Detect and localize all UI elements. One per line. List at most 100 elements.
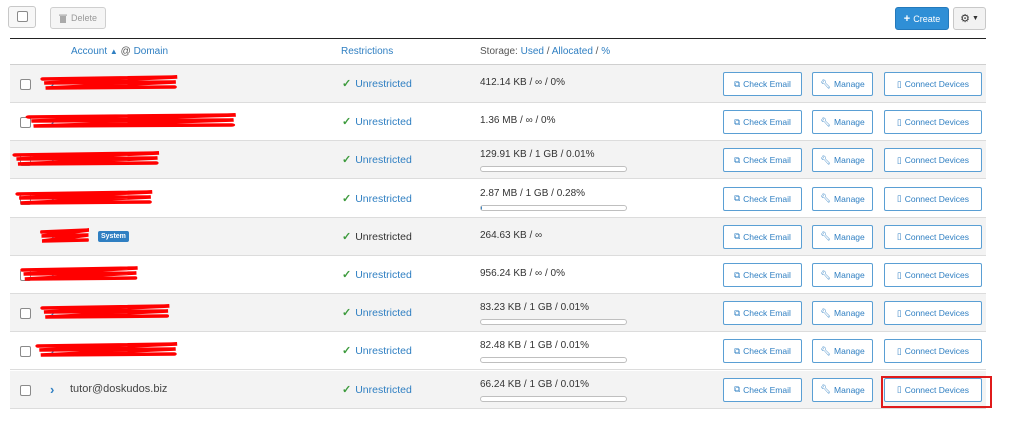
row-checkbox[interactable] (20, 79, 31, 90)
redaction-scribble (40, 228, 90, 243)
mobile-icon: ▯ (897, 193, 902, 204)
external-link-icon: ⧉ (734, 231, 741, 242)
manage-button[interactable]: 🔧︎ Manage (812, 339, 873, 364)
connect-devices-button[interactable]: ▯ Connect Devices (884, 263, 982, 287)
connect-devices-button[interactable]: ▯ Connect Devices (884, 148, 982, 173)
restriction-status[interactable]: ✓ Unrestricted (342, 268, 412, 281)
check-email-button[interactable]: ⧉ Check Email (723, 110, 802, 135)
check-email-button[interactable]: ⧉ Check Email (723, 224, 802, 249)
restriction-label: Unrestricted (355, 269, 412, 281)
restriction-status[interactable]: ✓ Unrestricted (342, 115, 412, 128)
restriction-status[interactable]: ✓ Unrestricted (342, 306, 412, 319)
check-email-button[interactable]: ⧉ Check Email (723, 72, 802, 96)
manage-button[interactable]: 🔧︎ Manage (812, 148, 873, 173)
storage-progress-bar (480, 357, 627, 364)
manage-button[interactable]: 🔧︎ Manage (812, 110, 873, 135)
mobile-icon: ▯ (897, 78, 902, 89)
redaction-scribble (12, 151, 160, 167)
create-button[interactable]: + Create (895, 7, 949, 30)
check-email-label: Check Email (743, 79, 791, 89)
external-link-icon: ⧉ (734, 345, 741, 356)
check-icon: ✓ (342, 78, 352, 90)
restriction-label: Unrestricted (355, 192, 412, 205)
check-email-button[interactable]: ⧉ Check Email (723, 186, 802, 211)
storage-progress-bar (480, 319, 627, 326)
connect-devices-label: Connect Devices (904, 346, 969, 357)
storage-usage: 412.14 KB / ∞ / 0% (480, 77, 565, 88)
connect-devices-button[interactable]: ▯ Connect Devices (884, 72, 982, 96)
restriction-status[interactable]: ✓ Unrestricted (342, 192, 412, 205)
sort-up-icon: ▲ (109, 47, 118, 56)
connect-devices-button[interactable]: ▯ Connect Devices (884, 339, 982, 364)
mobile-icon: ▯ (897, 154, 902, 165)
table-row: › ✓ Unrestricted 2.87 MB / 1 GB / 0.28% ⧉… (10, 180, 986, 218)
manage-label: Manage (834, 308, 865, 319)
storage-allocated-sort[interactable]: Allocated (552, 46, 593, 57)
check-email-label: Check Email (743, 155, 791, 166)
manage-button[interactable]: 🔧︎ Manage (812, 72, 873, 96)
restriction-status[interactable]: ✓ Unrestricted (342, 77, 412, 90)
storage-header: Storage: Used / Allocated / % (480, 46, 610, 57)
storage-progress-bar (480, 166, 627, 173)
redaction-scribble (25, 113, 236, 128)
redaction-scribble (15, 189, 153, 205)
manage-button[interactable]: 🔧︎ Manage (812, 377, 873, 402)
connect-devices-button[interactable]: ▯ Connect Devices (884, 110, 982, 135)
connect-devices-button[interactable]: ▯ Connect Devices (884, 301, 982, 326)
check-email-label: Check Email (743, 308, 791, 319)
mobile-icon: ▯ (897, 345, 902, 356)
manage-button[interactable]: 🔧︎ Manage (812, 301, 873, 326)
storage-progress-bar (480, 395, 627, 402)
check-email-button[interactable]: ⧉ Check Email (723, 339, 802, 364)
trash-icon (58, 14, 67, 23)
restrictions-header[interactable]: Restrictions (341, 46, 393, 57)
manage-button[interactable]: 🔧︎ Manage (812, 224, 873, 249)
storage-separator: / (546, 46, 550, 57)
check-email-label: Check Email (743, 117, 791, 128)
storage-percent-sort[interactable]: % (601, 46, 610, 57)
manage-button[interactable]: 🔧︎ Manage (812, 186, 873, 211)
storage-used-sort[interactable]: Used (521, 46, 544, 57)
check-email-button[interactable]: ⧉ Check Email (723, 263, 802, 287)
delete-button-label: Delete (70, 13, 97, 23)
row-checkbox[interactable] (20, 346, 31, 358)
check-email-label: Check Email (743, 384, 791, 395)
check-email-button[interactable]: ⧉ Check Email (723, 301, 802, 326)
restriction-status[interactable]: ✓ Unrestricted (342, 383, 412, 396)
manage-button[interactable]: 🔧︎ Manage (812, 263, 873, 287)
restriction-label: Unrestricted (355, 230, 412, 243)
table-row: › ✓ Unrestricted 82.48 KB / 1 GB / 0.01% … (10, 332, 986, 371)
check-email-button[interactable]: ⧉ Check Email (723, 148, 802, 173)
check-icon: ✓ (342, 192, 352, 205)
wrench-icon: 🔧︎ (820, 154, 832, 165)
restriction-label: Unrestricted (355, 78, 412, 90)
wrench-icon: 🔧︎ (820, 193, 832, 204)
at-symbol: @ (120, 46, 131, 57)
connect-devices-button[interactable]: ▯ Connect Devices (884, 224, 982, 249)
connect-devices-label: Connect Devices (904, 308, 969, 319)
restriction-status[interactable]: ✓ Unrestricted (342, 153, 412, 166)
external-link-icon: ⧉ (734, 384, 741, 395)
delete-button[interactable]: Delete (50, 7, 106, 29)
account-email[interactable]: tutor@doskudos.biz (70, 383, 167, 395)
account-domain-sort-header[interactable]: Account ▲ @ Domain (71, 46, 168, 57)
restriction-label: Unrestricted (355, 154, 412, 167)
connect-devices-button[interactable]: ▯ Connect Devices (884, 186, 982, 211)
select-all-checkbox[interactable] (8, 6, 36, 28)
settings-dropdown-button[interactable]: ⚙ ▼ (953, 7, 986, 30)
row-checkbox[interactable] (20, 308, 31, 320)
table-header: Account ▲ @ Domain Restrictions Storage:… (10, 38, 986, 65)
row-checkbox[interactable] (20, 384, 31, 396)
wrench-icon: 🔧︎ (820, 269, 832, 280)
restriction-label: Unrestricted (355, 345, 412, 358)
manage-label: Manage (834, 270, 865, 280)
mobile-icon: ▯ (897, 116, 902, 127)
check-email-button[interactable]: ⧉ Check Email (723, 377, 802, 402)
manage-label: Manage (834, 384, 865, 395)
manage-label: Manage (834, 79, 865, 89)
external-link-icon: ⧉ (734, 154, 741, 165)
chevron-right-icon[interactable]: › (50, 382, 54, 397)
mobile-icon: ▯ (897, 269, 902, 280)
restriction-status[interactable]: ✓ Unrestricted (342, 344, 412, 357)
manage-label: Manage (834, 346, 865, 357)
